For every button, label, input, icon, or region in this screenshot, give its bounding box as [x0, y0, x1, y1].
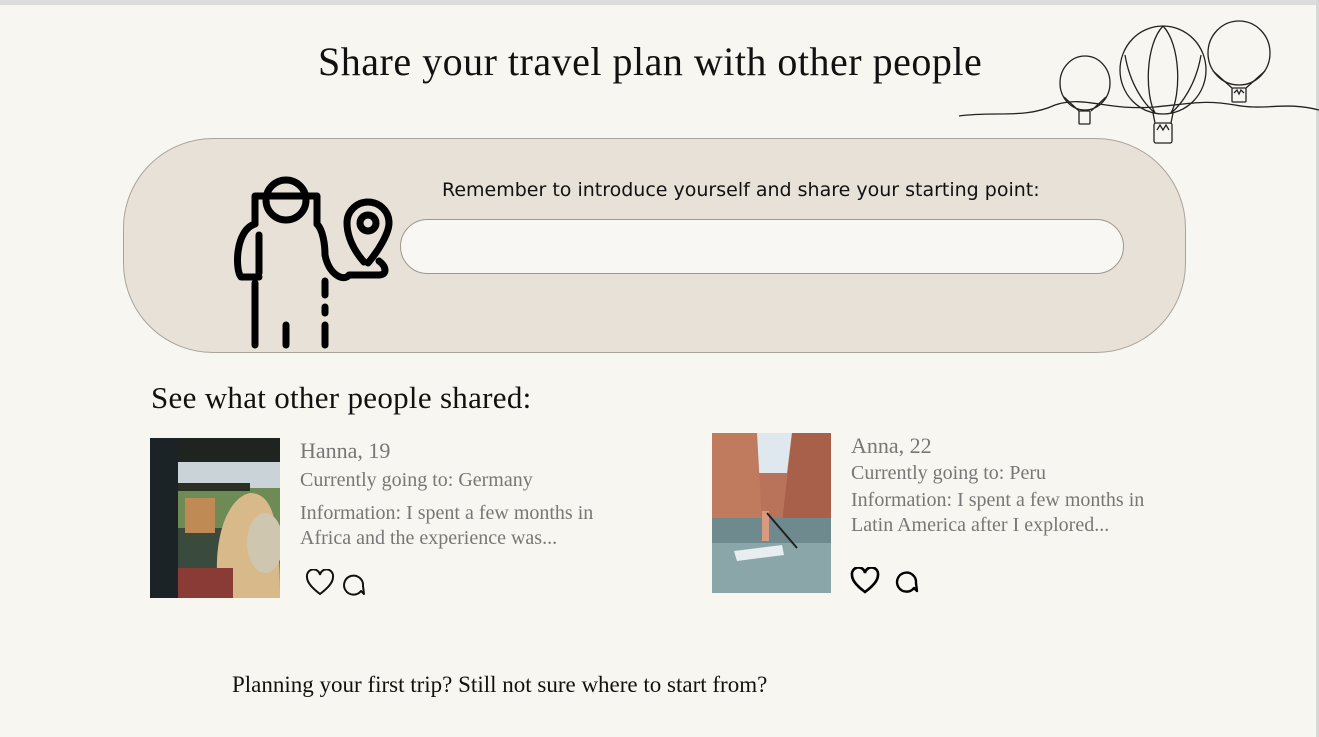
hot-air-balloons-illustration — [958, 20, 1319, 144]
traveler-location-icon — [234, 176, 393, 349]
post-destination: Currently going to: Peru — [851, 462, 1046, 484]
post-card: Hanna, 19 Currently going to: Germany In… — [150, 438, 650, 603]
first-trip-question: Planning your first trip? Still not sure… — [232, 672, 768, 697]
post-card: Anna, 22 Currently going to: Peru Inform… — [712, 433, 1212, 598]
page-title: Share your travel plan with other people — [318, 39, 983, 84]
shared-posts-heading: See what other people shared: — [151, 380, 532, 415]
heart-icon[interactable] — [850, 567, 880, 595]
share-plan-panel: Remember to introduce yourself and share… — [123, 138, 1186, 353]
introduction-input[interactable] — [400, 219, 1124, 274]
introduce-yourself-prompt: Remember to introduce yourself and share… — [442, 179, 1040, 201]
window-top-strip — [0, 0, 1319, 5]
heart-icon[interactable] — [305, 569, 335, 597]
paddleboard-canyon-photo[interactable] — [712, 433, 831, 593]
comment-icon[interactable] — [341, 572, 367, 598]
comment-icon[interactable] — [894, 569, 920, 595]
post-destination: Currently going to: Germany — [300, 469, 533, 491]
post-author: Hanna, 19 — [300, 438, 391, 463]
post-author: Anna, 22 — [851, 433, 932, 458]
post-information: Information: I spent a few months in Afr… — [300, 502, 594, 549]
safari-photo[interactable] — [150, 438, 280, 598]
post-information: Information: I spent a few months in Lat… — [851, 489, 1145, 536]
